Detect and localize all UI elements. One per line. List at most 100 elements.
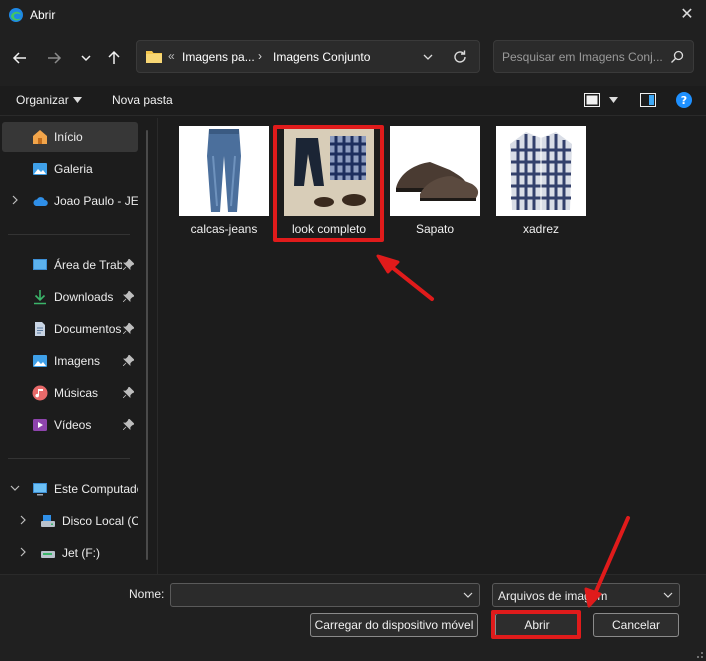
search-input[interactable]: Pesquisar em Imagens Conj... — [502, 50, 662, 64]
sidebar-item-local-disk[interactable]: Disco Local (C:) — [0, 506, 140, 536]
usb-drive-icon — [41, 551, 55, 558]
resize-grip-icon[interactable] — [694, 649, 704, 659]
sidebar-item-label: Disco Local (C:) — [62, 514, 138, 528]
pictures-icon — [33, 355, 47, 367]
breadcrumb-parent[interactable]: Imagens pa... — [182, 50, 255, 64]
chevron-right-icon[interactable] — [18, 547, 28, 557]
sidebar-item-videos[interactable]: Vídeos — [0, 410, 140, 440]
download-icon — [34, 290, 46, 305]
caret-down-icon[interactable] — [609, 97, 618, 103]
new-folder-button[interactable]: Nova pasta — [112, 93, 173, 107]
file-name: xadrez — [522, 222, 560, 236]
refresh-icon[interactable] — [452, 49, 468, 65]
preview-pane-icon[interactable] — [640, 93, 656, 107]
upload-from-mobile-button[interactable]: Carregar do dispositivo móvel — [310, 613, 478, 637]
drive-icon — [41, 515, 55, 527]
pin-icon[interactable] — [123, 323, 134, 334]
address-dropdown-icon[interactable] — [421, 50, 435, 64]
caret-down-icon[interactable] — [73, 97, 82, 103]
help-icon[interactable]: ? — [676, 92, 692, 108]
search-icon — [671, 50, 684, 63]
annotation-box-file — [273, 125, 384, 242]
file-item[interactable]: calcas-jeans — [178, 126, 270, 242]
pin-icon[interactable] — [123, 291, 134, 302]
sidebar-item-music[interactable]: Músicas — [0, 378, 140, 408]
navigation-pane: Início Galeria Joao Paulo - JET Área de … — [0, 118, 158, 574]
footer-panel: Nome: Arquivos de imagem Carregar do dis… — [0, 574, 706, 661]
address-bar[interactable]: « Imagens pa... › Imagens Conjunto — [136, 40, 480, 73]
navigation-bar: « Imagens pa... › Imagens Conjunto Pesqu… — [0, 30, 706, 86]
sidebar-item-label: Músicas — [54, 386, 99, 400]
sidebar-item-downloads[interactable]: Downloads — [0, 282, 140, 312]
sidebar-item-label: Jet (F:) — [62, 546, 100, 560]
music-icon — [32, 385, 48, 401]
recent-locations-button[interactable] — [74, 46, 98, 70]
svg-text:?: ? — [681, 94, 687, 107]
chevron-right-icon[interactable] — [18, 515, 28, 525]
file-name: calcas-jeans — [190, 222, 258, 236]
breadcrumb-current[interactable]: Imagens Conjunto — [273, 50, 370, 64]
command-bar: Organizar Nova pasta ? — [0, 86, 706, 116]
pin-icon[interactable] — [123, 259, 134, 270]
video-icon — [33, 419, 47, 431]
arrow-right-icon — [48, 52, 62, 64]
file-type-value: Arquivos de imagem — [498, 589, 608, 603]
sidebar-item-gallery[interactable]: Galeria — [0, 154, 140, 184]
computer-icon — [33, 483, 47, 496]
arrow-up-icon — [108, 50, 120, 64]
pin-icon[interactable] — [123, 355, 134, 366]
view-mode-icon[interactable] — [584, 93, 600, 107]
sidebar-divider — [8, 234, 130, 235]
arrow-left-icon — [12, 52, 26, 64]
sidebar-item-this-pc[interactable]: Este Computador — [0, 474, 140, 504]
thumbnail-jeans — [179, 126, 269, 216]
sidebar-item-onedrive[interactable]: Joao Paulo - JET — [0, 186, 140, 216]
close-icon: ✕ — [680, 6, 694, 23]
chevron-right-icon[interactable] — [10, 195, 20, 205]
file-type-select[interactable]: Arquivos de imagem — [492, 583, 680, 607]
file-name-label: Nome: — [129, 587, 165, 601]
sidebar-item-desktop[interactable]: Área de Trabalho — [0, 250, 140, 280]
shoes-thumbnail-icon — [390, 126, 480, 216]
window-title: Abrir — [30, 8, 56, 22]
file-item[interactable]: Sapato — [389, 126, 481, 242]
chevron-down-icon — [81, 55, 91, 62]
organize-menu[interactable]: Organizar — [16, 93, 69, 107]
overflow-chevron-icon[interactable]: « — [168, 49, 175, 63]
sidebar-item-label: Imagens — [54, 354, 101, 368]
forward-button[interactable] — [42, 46, 66, 70]
title-bar: Abrir ✕ — [0, 0, 706, 30]
home-icon — [33, 130, 47, 144]
plaid-shirt-thumbnail-icon — [496, 126, 586, 216]
file-item[interactable]: xadrez — [495, 126, 587, 242]
folder-icon — [146, 51, 162, 63]
sidebar-scrollbar[interactable] — [146, 130, 148, 560]
sidebar-item-label: Vídeos — [54, 418, 92, 432]
thumbnail-shoes — [390, 126, 480, 216]
sidebar-item-label: Joao Paulo - JET — [54, 194, 138, 208]
back-button[interactable] — [8, 46, 32, 70]
gallery-icon — [33, 163, 47, 175]
sidebar-item-label: Documentos — [54, 322, 122, 336]
jeans-thumbnail-icon — [179, 126, 269, 216]
pin-icon[interactable] — [123, 419, 134, 430]
breadcrumb-separator-icon[interactable]: › — [258, 49, 262, 63]
file-name-input[interactable] — [170, 583, 480, 607]
cancel-button[interactable]: Cancelar — [593, 613, 679, 637]
sidebar-item-pictures[interactable]: Imagens — [0, 346, 140, 376]
edge-icon — [9, 8, 23, 22]
up-button[interactable] — [102, 46, 126, 70]
sidebar-item-documents[interactable]: Documentos — [0, 314, 140, 344]
sidebar-item-jet-drive[interactable]: Jet (F:) — [0, 538, 140, 568]
pin-icon[interactable] — [123, 387, 134, 398]
close-button[interactable]: ✕ — [674, 3, 700, 27]
sidebar-item-label: Área de Trabalho — [54, 258, 122, 272]
sidebar-item-label: Este Computador — [54, 482, 138, 496]
sidebar-item-home[interactable]: Início — [2, 122, 138, 152]
chevron-down-icon[interactable] — [463, 592, 473, 599]
sidebar-item-label: Início — [54, 130, 83, 144]
sidebar-divider — [8, 458, 130, 459]
document-icon — [35, 322, 45, 336]
chevron-down-icon[interactable] — [10, 483, 20, 493]
search-box[interactable]: Pesquisar em Imagens Conj... — [493, 40, 694, 73]
